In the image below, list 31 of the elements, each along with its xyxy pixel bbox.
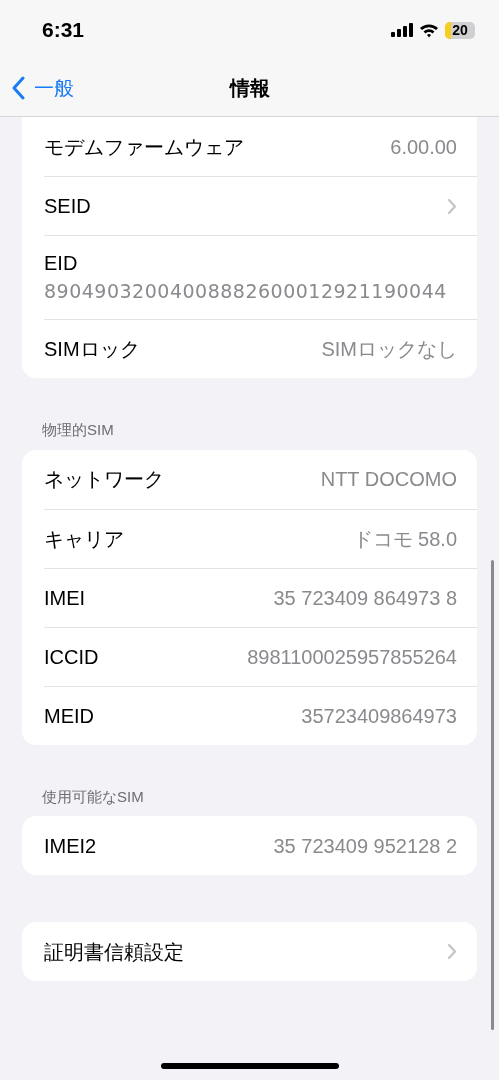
chevron-icon — [447, 197, 457, 215]
row-label: ネットワーク — [44, 467, 164, 492]
row-label: モデムファームウェア — [44, 134, 244, 160]
row-label: EID — [44, 250, 79, 276]
back-chevron-icon — [12, 76, 26, 100]
row-label: IMEI2 — [44, 833, 97, 859]
row-value: ドコモ 58.0 — [352, 526, 458, 552]
row-value: SIMロックなし — [321, 337, 458, 362]
battery-icon: 20 — [445, 21, 475, 39]
row-value: 35 723409 864973 8 — [273, 585, 458, 611]
row-value: 35 723409 952128 2 — [273, 833, 458, 859]
settings-row[interactable]: SEID — [44, 176, 477, 235]
row-value: NTT DOCOMO — [320, 467, 458, 492]
row-value: 6.00.00 — [390, 134, 458, 160]
row-label: ICCID — [44, 644, 99, 670]
row-label: キャリア — [44, 526, 124, 552]
chevron-icon — [447, 943, 457, 960]
section-header: 使用可能なSIM — [41, 786, 145, 807]
row-value: 35723409864973 — [301, 703, 458, 729]
wifi-icon — [419, 22, 439, 38]
signal-icon — [391, 23, 413, 37]
nav-title: 情報 — [229, 76, 270, 101]
row-label: IMEI — [44, 585, 86, 611]
status-time: 6:31 — [42, 17, 85, 44]
section-header: 物理的SIM — [41, 420, 115, 440]
row-label: SIMロック — [44, 337, 140, 362]
back-button[interactable]: 一般 — [12, 60, 74, 116]
settings-row[interactable]: 証明書信頼設定 — [44, 922, 477, 981]
row-label: MEID — [44, 703, 94, 729]
row-value: 89049032004008882600012921190044 — [44, 278, 448, 304]
row-value: 8981100025957855264 — [247, 644, 458, 670]
